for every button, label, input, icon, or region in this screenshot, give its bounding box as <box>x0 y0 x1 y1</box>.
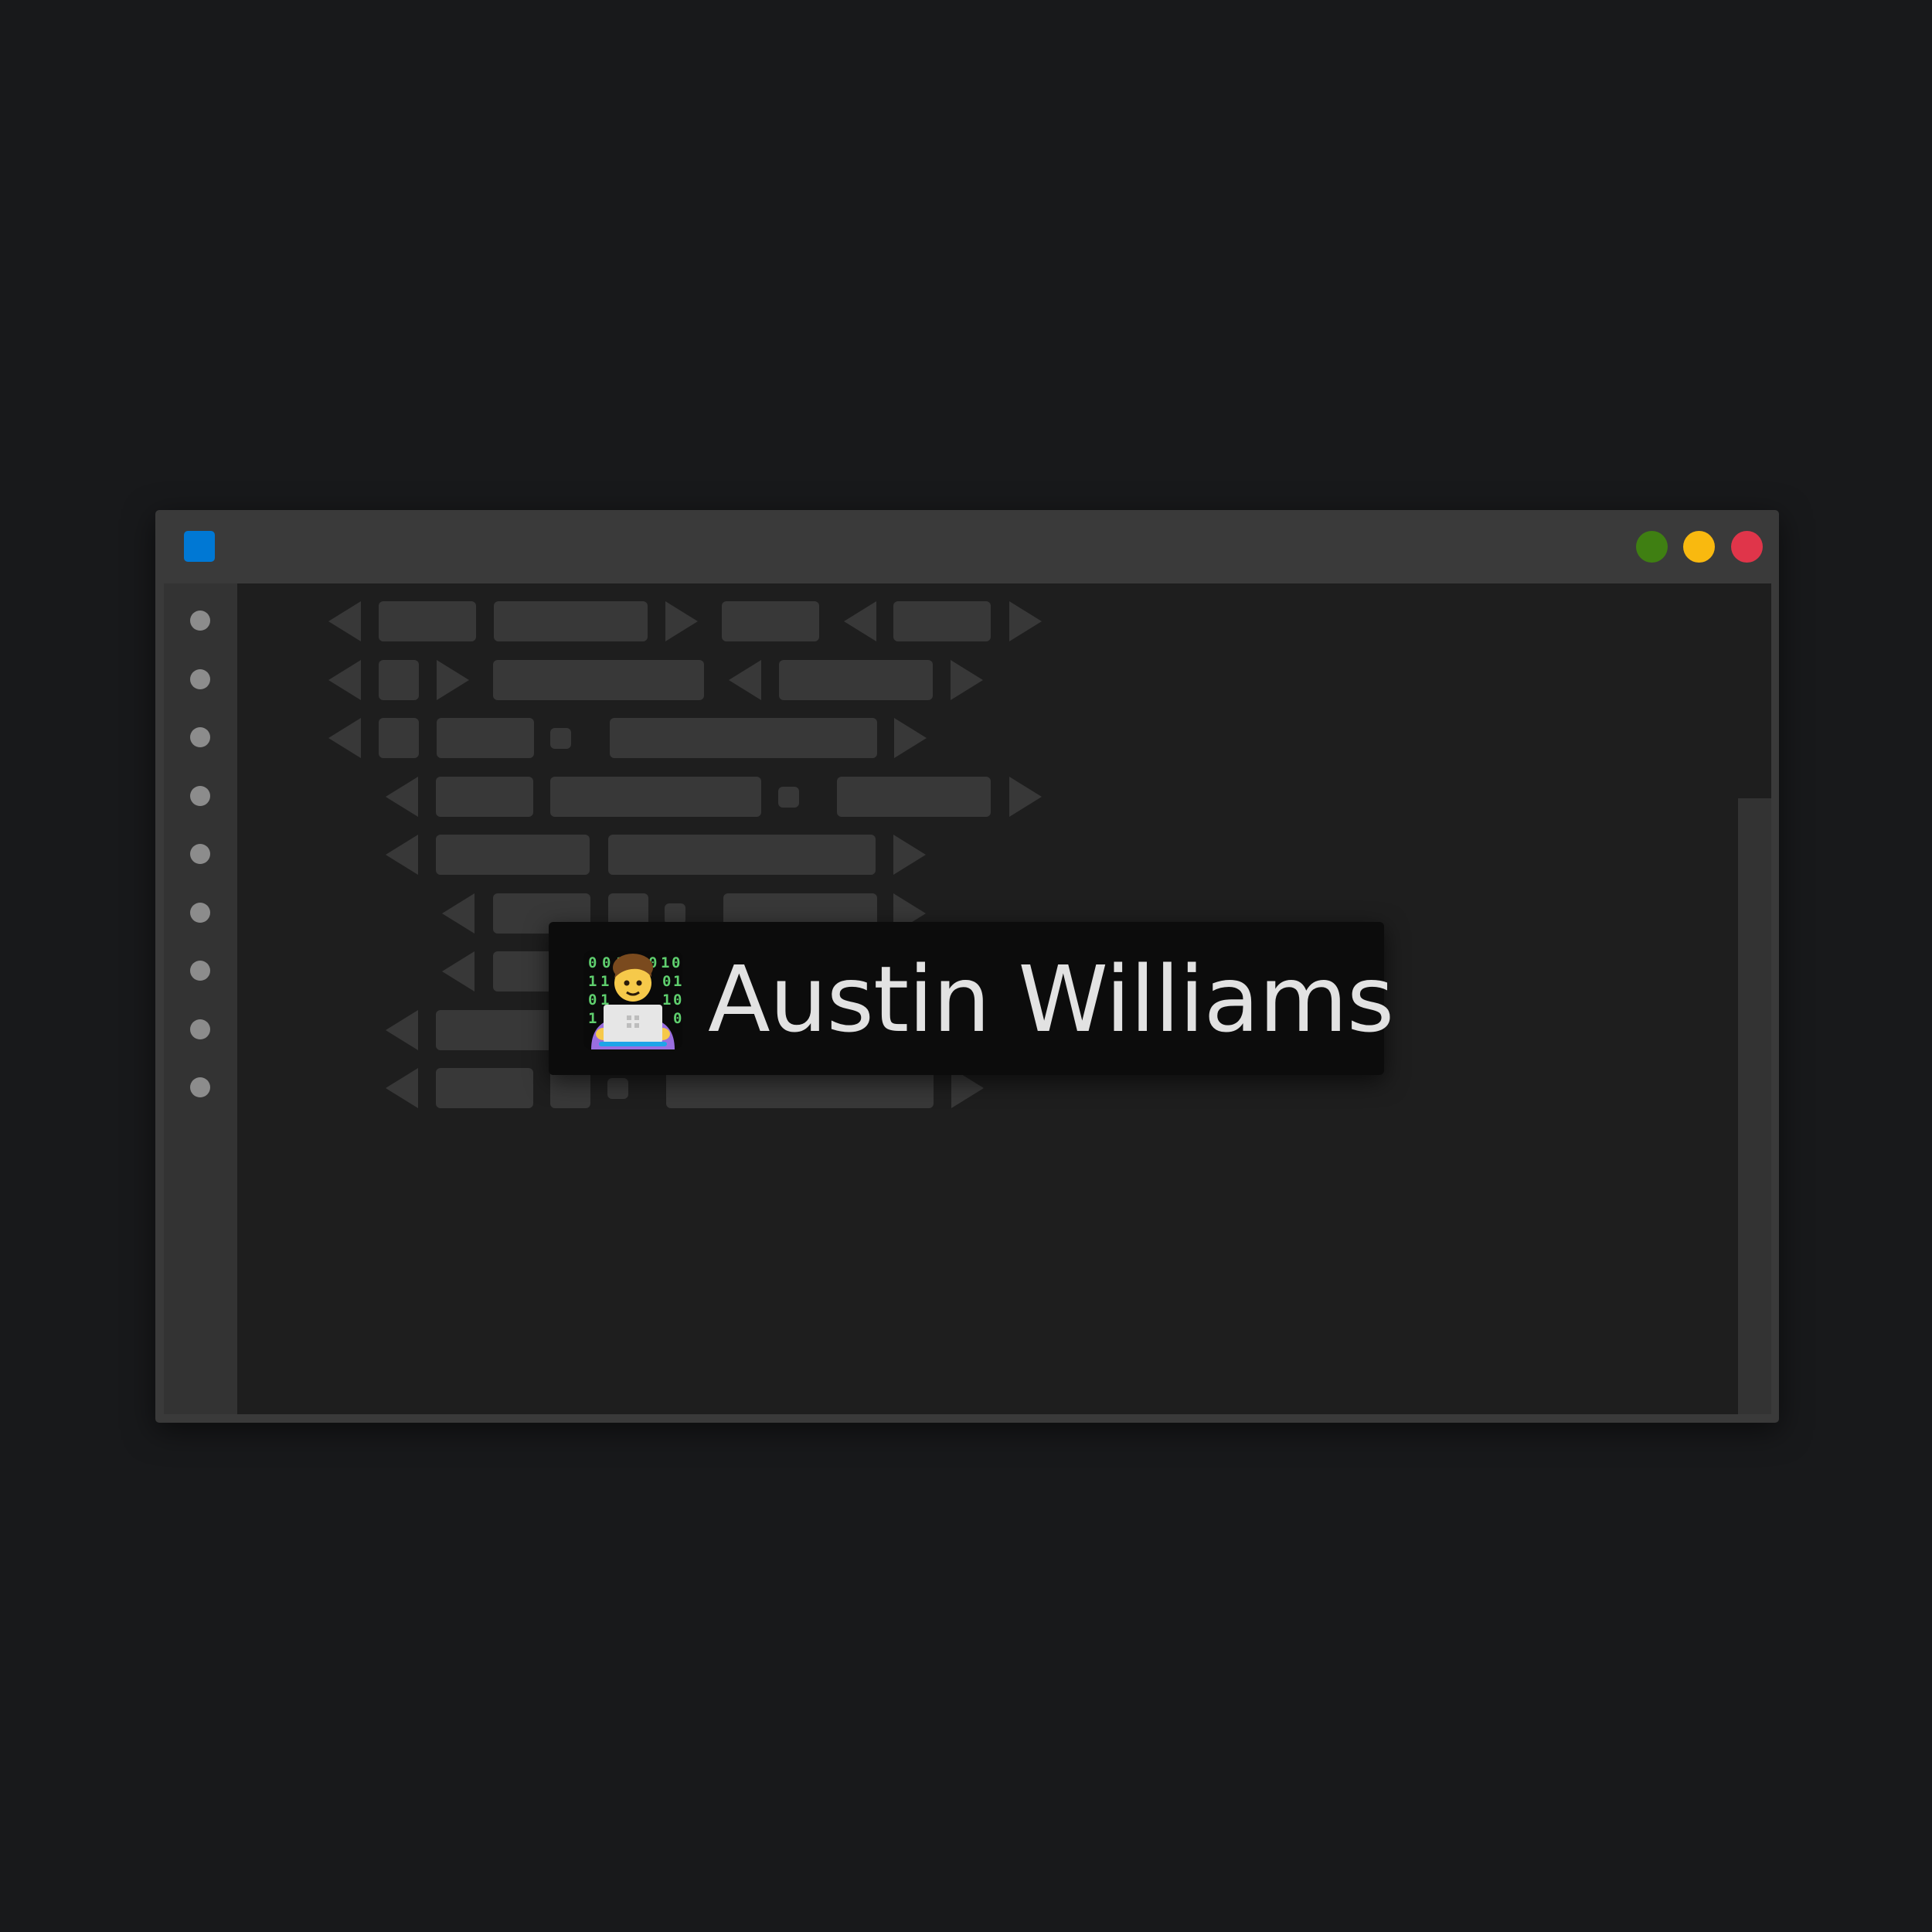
svg-text:1: 1 <box>588 1010 597 1027</box>
svg-text:0: 0 <box>672 954 680 971</box>
sidebar-item[interactable] <box>190 611 210 631</box>
maximize-button[interactable] <box>1636 531 1668 563</box>
sidebar <box>164 583 237 1414</box>
sidebar-item[interactable] <box>190 727 210 747</box>
user-name: Austin Williams <box>708 946 1394 1053</box>
svg-text:0: 0 <box>588 992 597 1009</box>
sidebar-item[interactable] <box>190 903 210 923</box>
svg-text:0: 0 <box>588 954 597 971</box>
minimize-button[interactable] <box>1683 531 1715 563</box>
sidebar-item[interactable] <box>190 1019 210 1039</box>
svg-text:1: 1 <box>661 954 669 971</box>
close-button[interactable] <box>1731 531 1763 563</box>
scrollbar[interactable] <box>1738 583 1771 1414</box>
svg-text:0: 0 <box>662 973 671 990</box>
sidebar-item[interactable] <box>190 669 210 689</box>
sidebar-item[interactable] <box>190 1077 210 1097</box>
technologist-icon: 001010 1101 0110 10 <box>583 951 682 1049</box>
sidebar-item[interactable] <box>190 961 210 981</box>
svg-text:0: 0 <box>673 992 682 1009</box>
svg-text:0: 0 <box>673 1010 682 1027</box>
user-notification: 001010 1101 0110 10 Austin Williams <box>549 922 1394 1075</box>
title-bar[interactable] <box>155 510 1779 582</box>
svg-text:1: 1 <box>662 992 671 1009</box>
svg-text:0: 0 <box>602 954 611 971</box>
scrollbar-thumb[interactable] <box>1738 583 1771 798</box>
sidebar-item[interactable] <box>190 844 210 864</box>
svg-text:1: 1 <box>588 973 597 990</box>
app-icon[interactable] <box>184 531 215 562</box>
svg-text:1: 1 <box>600 973 609 990</box>
svg-text:1: 1 <box>673 973 682 990</box>
sidebar-item[interactable] <box>190 786 210 806</box>
